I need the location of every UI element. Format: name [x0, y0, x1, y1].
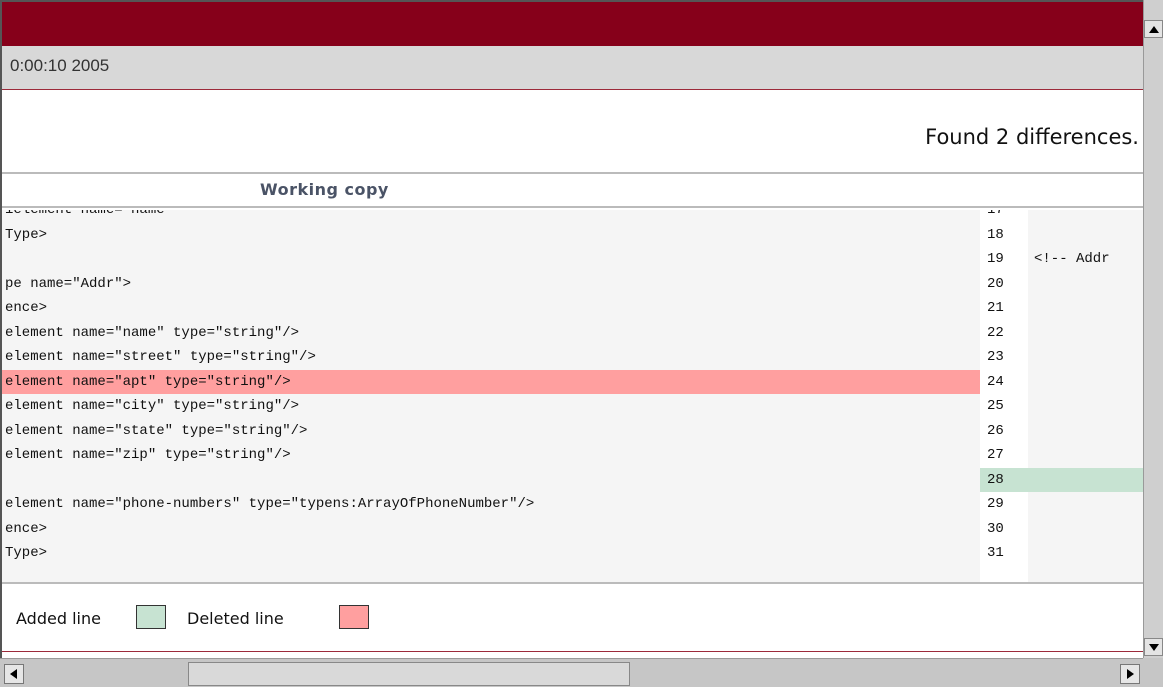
- scroll-right-button[interactable]: [1120, 664, 1140, 684]
- left-code-text: ence>: [5, 520, 48, 537]
- scroll-up-button[interactable]: [1144, 20, 1163, 38]
- scroll-down-button[interactable]: [1144, 638, 1163, 656]
- diff-row: ence> 21: [2, 296, 1145, 320]
- left-code-text: element name="city" type="string"/>: [5, 398, 300, 414]
- added-line-row: 28: [2, 467, 1145, 492]
- diff-row: element name="zip" type="string"/> 27: [2, 443, 1145, 467]
- left-code-text: element name="name" type="string"/>: [5, 324, 300, 341]
- right-code-text: <!-- Addr: [1034, 251, 1110, 267]
- right-code-text: [1028, 419, 1145, 443]
- left-code-text: element name="zip" type="string"/>: [5, 447, 291, 463]
- arrow-down-icon: [1149, 644, 1159, 651]
- right-code-text: [1028, 223, 1145, 247]
- right-code-text: [1028, 394, 1145, 418]
- deleted-line-row: element name="apt" type="string"/> 24: [2, 369, 1145, 394]
- differences-summary: Found 2 differences.: [925, 125, 1139, 149]
- line-number: 27: [987, 447, 1004, 463]
- right-code-text: [1028, 210, 1145, 222]
- arrow-left-icon: [10, 669, 17, 679]
- deleted-line-swatch: [339, 605, 369, 629]
- diff-row: element name="street" type="string"/> 23: [2, 345, 1145, 369]
- added-line-swatch: [136, 605, 166, 629]
- left-code-text: element name="apt" type="string"/>: [2, 369, 980, 394]
- right-code-text: [1028, 272, 1145, 296]
- right-code-text: [1028, 517, 1145, 541]
- scroll-left-button[interactable]: [4, 664, 24, 684]
- left-code-text: Type>: [5, 545, 48, 561]
- left-code-text: ence>: [5, 300, 48, 316]
- diff-window: 0:00:10 2005 Found 2 differences. Workin…: [0, 0, 1163, 687]
- left-code-text: [2, 247, 980, 271]
- line-number: 25: [987, 398, 1004, 414]
- title-bar: [2, 2, 1145, 46]
- diff-row: element name="name" type="string"/> 22: [2, 321, 1145, 345]
- line-number: 22: [987, 324, 1004, 341]
- left-code-text: pe name="Addr">: [5, 275, 132, 292]
- horizontal-scrollbar[interactable]: [0, 658, 1143, 687]
- diff-row: element name="city" type="string"/> 25: [2, 394, 1145, 418]
- right-code-text: [1028, 321, 1145, 345]
- diff-area[interactable]: ielement name="name" 17 Type> 18 19 <!-- Addr…: [2, 210, 1145, 582]
- line-number: 20: [987, 275, 1004, 292]
- arrow-up-icon: [1149, 26, 1159, 33]
- line-number: 24: [987, 373, 1004, 390]
- left-code-text: ielement name="name": [5, 210, 174, 218]
- diff-row: Type> 18: [2, 223, 1145, 247]
- line-number: 31: [987, 545, 1004, 561]
- right-code-text: [1028, 541, 1145, 565]
- line-number: 29: [987, 496, 1004, 512]
- left-code-text: [2, 468, 980, 492]
- line-number: 19: [987, 251, 1004, 267]
- added-line-label: Added line: [16, 609, 101, 628]
- line-number: 30: [987, 520, 1004, 537]
- diff-row: 19 <!-- Addr: [2, 247, 1145, 271]
- line-number: 18: [987, 226, 1004, 243]
- left-code-text: element name="state" type="string"/>: [5, 422, 308, 439]
- legend: Added line Deleted line: [2, 582, 1145, 652]
- left-code-text: element name="phone-numbers" type="typen…: [5, 496, 535, 512]
- line-number: 17: [987, 210, 1004, 218]
- left-code-text: element name="street" type="string"/>: [5, 349, 316, 365]
- right-code-text: [1028, 443, 1145, 467]
- line-number: 21: [987, 300, 1004, 316]
- diff-row: Type> 31: [2, 541, 1145, 565]
- diff-row: ielement name="name" 17: [2, 210, 1145, 222]
- diff-row: element name="phone-numbers" type="typen…: [2, 492, 1145, 516]
- diff-row: ence> 30: [2, 517, 1145, 541]
- working-copy-header: Working copy: [260, 180, 389, 199]
- line-number: 23: [987, 349, 1004, 365]
- line-number: 26: [987, 422, 1004, 439]
- left-code-text: Type>: [5, 226, 48, 243]
- right-code-text: [1028, 467, 1145, 492]
- deleted-line-label: Deleted line: [187, 609, 284, 628]
- arrow-right-icon: [1127, 669, 1134, 679]
- diff-row: pe name="Addr"> 20: [2, 272, 1145, 296]
- column-header-row: Working copy: [2, 172, 1145, 208]
- right-code-text: [1028, 345, 1145, 369]
- diff-row: element name="state" type="string"/> 26: [2, 419, 1145, 443]
- scrollbar-corner: [1143, 658, 1163, 687]
- date-bar: 0:00:10 2005: [2, 46, 1145, 90]
- line-number: 28: [980, 467, 1028, 492]
- right-code-text: [1028, 296, 1145, 320]
- right-code-text: [1028, 492, 1145, 516]
- vertical-scrollbar[interactable]: [1143, 0, 1163, 660]
- horizontal-scroll-thumb[interactable]: [188, 662, 630, 686]
- right-code-text: [1028, 370, 1145, 394]
- date-text: 0:00:10 2005: [10, 56, 110, 75]
